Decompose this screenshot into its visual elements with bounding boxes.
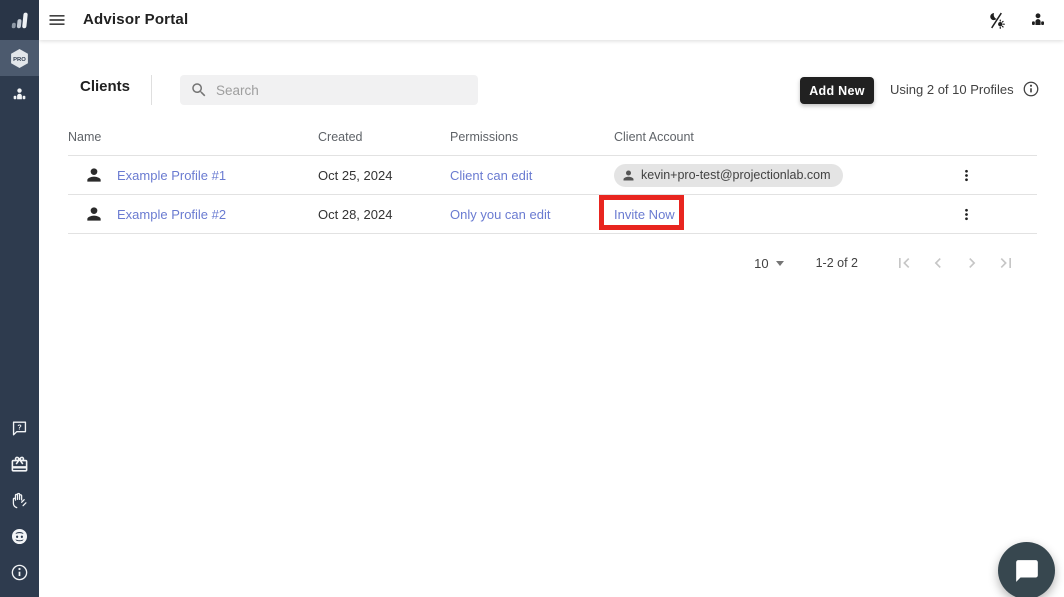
next-page-button[interactable] <box>960 251 984 275</box>
account-button[interactable] <box>1026 8 1050 32</box>
first-page-button[interactable] <box>892 251 916 275</box>
sidebar: PRO ? <box>0 0 39 597</box>
client-account-chip: kevin+pro-test@projectionlab.com <box>614 164 843 187</box>
info-icon <box>10 563 29 582</box>
table-header-row: Name Created Permissions Client Account <box>68 118 1037 156</box>
appbar-actions <box>984 0 1050 40</box>
account-icon <box>1028 10 1048 30</box>
theme-toggle-button[interactable] <box>984 8 1008 32</box>
search-icon <box>190 81 208 99</box>
sidebar-item-pro[interactable]: PRO <box>0 40 39 76</box>
first-page-icon <box>894 253 914 273</box>
row-menu-button[interactable] <box>954 202 978 226</box>
hand-icon <box>10 491 29 510</box>
discord-icon <box>10 527 29 546</box>
row-menu-button[interactable] <box>954 163 978 187</box>
column-header-permissions[interactable]: Permissions <box>450 130 614 144</box>
kebab-icon <box>958 206 975 223</box>
permissions-link[interactable]: Only you can edit <box>450 207 550 222</box>
last-page-button[interactable] <box>994 251 1018 275</box>
pro-badge-icon: PRO <box>9 48 30 69</box>
clients-icon <box>10 85 29 104</box>
created-cell: Oct 28, 2024 <box>318 207 450 222</box>
search-input[interactable] <box>216 83 468 98</box>
section-heading: Clients <box>80 78 130 95</box>
svg-text:PRO: PRO <box>13 56 26 62</box>
sidebar-item-referrals[interactable] <box>0 482 39 518</box>
app-logo[interactable] <box>0 0 39 40</box>
clients-table: Name Created Permissions Client Account … <box>68 118 1037 234</box>
permissions-link[interactable]: Client can edit <box>450 168 532 183</box>
table-row: Example Profile #1 Oct 25, 2024 Client c… <box>68 156 1037 195</box>
gift-icon <box>10 455 29 474</box>
hamburger-icon <box>47 10 67 30</box>
column-header-created[interactable]: Created <box>318 130 450 144</box>
logo-bars-icon <box>9 9 31 31</box>
page-title: Advisor Portal <box>83 0 188 40</box>
profile-name-link[interactable]: Example Profile #1 <box>117 168 226 183</box>
previous-page-button[interactable] <box>926 251 950 275</box>
client-account-email: kevin+pro-test@projectionlab.com <box>641 168 831 182</box>
invite-now-link[interactable]: Invite Now <box>614 207 675 222</box>
appbar: Advisor Portal <box>39 0 1064 40</box>
table-row: Example Profile #2 Oct 28, 2024 Only you… <box>68 195 1037 234</box>
rows-per-page-select[interactable]: 10 <box>754 256 783 271</box>
heading-divider <box>151 75 152 105</box>
profile-usage-label: Using 2 of 10 Profiles <box>890 82 1014 97</box>
add-new-button[interactable]: Add New <box>800 77 874 104</box>
profile-avatar-icon <box>84 204 104 224</box>
usage-info-icon[interactable] <box>1022 80 1040 98</box>
table-pagination: 10 1-2 of 2 <box>68 248 1037 278</box>
column-header-client-account[interactable]: Client Account <box>614 130 936 144</box>
sidebar-item-clients[interactable] <box>0 76 39 112</box>
profile-name-link[interactable]: Example Profile #2 <box>117 207 226 222</box>
chip-person-icon <box>621 168 636 183</box>
pagination-range: 1-2 of 2 <box>816 256 858 270</box>
sidebar-item-info[interactable] <box>0 554 39 590</box>
theme-toggle-icon <box>986 10 1007 31</box>
chat-fab-button[interactable] <box>998 542 1055 597</box>
chevron-right-icon <box>962 253 982 273</box>
sidebar-bottom-group: ? <box>0 410 39 590</box>
sidebar-item-gift[interactable] <box>0 446 39 482</box>
search-box <box>180 75 478 105</box>
profile-avatar-icon <box>84 165 104 185</box>
kebab-icon <box>958 167 975 184</box>
profile-usage: Using 2 of 10 Profiles <box>890 80 1040 98</box>
menu-button[interactable] <box>45 8 69 32</box>
svg-text:?: ? <box>17 423 21 431</box>
column-header-name[interactable]: Name <box>68 130 318 144</box>
sidebar-item-feedback[interactable]: ? <box>0 410 39 446</box>
feedback-question-icon: ? <box>10 419 29 438</box>
created-cell: Oct 25, 2024 <box>318 168 450 183</box>
chat-bubble-icon <box>1014 558 1040 584</box>
rows-per-page-value: 10 <box>754 256 768 271</box>
chevron-down-icon <box>776 261 784 266</box>
last-page-icon <box>996 253 1016 273</box>
chevron-left-icon <box>928 253 948 273</box>
sidebar-item-discord[interactable] <box>0 518 39 554</box>
